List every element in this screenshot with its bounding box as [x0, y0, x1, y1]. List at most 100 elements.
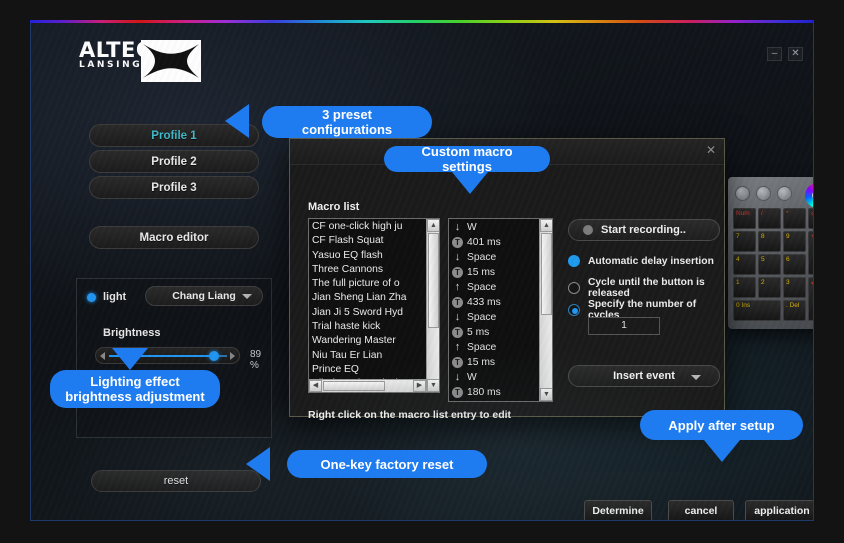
- scrollbar-thumb[interactable]: [541, 233, 552, 315]
- event-label: Space: [467, 282, 497, 293]
- macro-list-label: Macro list: [308, 201, 360, 213]
- light-toggle-row[interactable]: light: [87, 291, 126, 303]
- key[interactable]: . Del: [783, 300, 806, 321]
- determine-button[interactable]: Determine: [584, 500, 652, 520]
- scroll-up-icon[interactable]: ▲: [540, 219, 552, 232]
- key[interactable]: /: [758, 208, 781, 229]
- cycles-input[interactable]: 1: [588, 317, 660, 335]
- key[interactable]: *: [783, 208, 806, 229]
- macro-list-horizontal-scrollbar[interactable]: ◀ ▶: [309, 379, 426, 392]
- lighting-panel: light Chang Liang Brightness 89 %: [76, 278, 272, 438]
- list-item[interactable]: Jian Ji 5 Sword Hyd: [312, 306, 426, 320]
- insert-event-button[interactable]: Insert event: [568, 365, 720, 387]
- lighting-mode-value: Chang Liang: [172, 290, 236, 302]
- list-item[interactable]: Niu Tau Er Lian: [312, 349, 426, 363]
- reset-button[interactable]: reset: [91, 470, 261, 492]
- list-item[interactable]: T 15 ms: [452, 265, 539, 280]
- list-item[interactable]: ↓ Space: [452, 400, 539, 401]
- key[interactable]: 9: [783, 231, 806, 252]
- list-item[interactable]: The full picture of o: [312, 277, 426, 291]
- slider-increase-icon[interactable]: [230, 352, 235, 360]
- scroll-down-icon[interactable]: ▼: [427, 379, 439, 392]
- list-item[interactable]: ↓ W: [452, 370, 539, 385]
- key[interactable]: Num: [733, 208, 756, 229]
- macro-edit-hint: Right click on the macro list entry to e…: [308, 409, 512, 421]
- macro-settings-dialog: ✕ Macro list CF one-click high ju CF Fla…: [289, 138, 725, 421]
- macro-list-vertical-scrollbar[interactable]: ▲ ▼: [426, 219, 439, 392]
- list-item[interactable]: ↓ W: [452, 220, 539, 235]
- list-item[interactable]: CF one-click high ju: [312, 220, 426, 234]
- timer-icon: T: [452, 267, 463, 278]
- list-item[interactable]: T 401 ms: [452, 235, 539, 250]
- timer-icon: T: [452, 357, 463, 368]
- color-wheel-icon[interactable]: [805, 183, 813, 208]
- chevron-down-icon: [242, 294, 252, 299]
- key[interactable]: 2: [758, 277, 781, 298]
- lighting-mode-select[interactable]: Chang Liang: [145, 286, 263, 306]
- event-label: W: [467, 372, 477, 383]
- scroll-right-icon[interactable]: ▶: [413, 380, 426, 392]
- macro-editor-button[interactable]: Macro editor: [89, 226, 259, 249]
- list-item[interactable]: Prince EQ: [312, 363, 426, 377]
- event-label: W: [467, 222, 477, 233]
- scrollbar-thumb[interactable]: [428, 233, 439, 328]
- profile-button-2[interactable]: Profile 2: [89, 150, 259, 173]
- macro-list[interactable]: CF one-click high ju CF Flash Squat Yasu…: [308, 218, 440, 393]
- key[interactable]: 8: [758, 231, 781, 252]
- event-label: 401 ms: [467, 237, 501, 248]
- list-item[interactable]: Three Cannons: [312, 263, 426, 277]
- list-item[interactable]: ↓ Space: [452, 310, 539, 325]
- option-automatic-delay[interactable]: Automatic delay insertion: [568, 255, 714, 267]
- slider-decrease-icon[interactable]: [100, 352, 105, 360]
- key[interactable]: 5: [758, 254, 781, 275]
- key[interactable]: 6: [783, 254, 806, 275]
- list-item[interactable]: Wandering Master: [312, 334, 426, 348]
- cancel-button[interactable]: cancel: [668, 500, 734, 520]
- key[interactable]: +: [808, 231, 813, 275]
- list-item[interactable]: CF Flash Squat: [312, 234, 426, 248]
- scroll-down-icon[interactable]: ▼: [540, 388, 552, 401]
- list-item[interactable]: ↑ Space: [452, 340, 539, 355]
- key[interactable]: 0 Ins: [733, 300, 781, 321]
- event-label: 15 ms: [467, 267, 496, 278]
- event-list-vertical-scrollbar[interactable]: ▲ ▼: [539, 219, 552, 401]
- keyboard-preview[interactable]: Num / * ⌫ 7 8 9 + 4 5 6 1 2 3 ↵ 0 Ins . …: [728, 177, 813, 329]
- radio-icon[interactable]: [568, 282, 580, 294]
- scrollbar-thumb-horizontal[interactable]: [323, 381, 385, 391]
- keyboard-keypad: Num / * ⌫ 7 8 9 + 4 5 6 1 2 3 ↵ 0 Ins . …: [733, 208, 813, 321]
- start-recording-button[interactable]: Start recording..: [568, 219, 720, 241]
- callout-arrow-preset: [225, 104, 249, 138]
- list-item[interactable]: T 15 ms: [452, 355, 539, 370]
- radio-icon[interactable]: [568, 304, 580, 316]
- dialog-close-icon[interactable]: ✕: [706, 143, 716, 157]
- list-item[interactable]: ↓ Space: [452, 250, 539, 265]
- radio-icon[interactable]: [568, 255, 580, 267]
- key[interactable]: 4: [733, 254, 756, 275]
- scroll-up-icon[interactable]: ▲: [427, 219, 439, 232]
- chevron-down-icon: [691, 375, 701, 380]
- close-button[interactable]: ✕: [788, 47, 803, 61]
- list-item[interactable]: T 5 ms: [452, 325, 539, 340]
- list-item[interactable]: Yasuo EQ flash: [312, 249, 426, 263]
- list-item[interactable]: T 433 ms: [452, 295, 539, 310]
- key[interactable]: 7: [733, 231, 756, 252]
- scroll-left-icon[interactable]: ◀: [309, 380, 322, 392]
- profile-button-3[interactable]: Profile 3: [89, 176, 259, 199]
- option-cycle-until-released[interactable]: Cycle until the button is released: [568, 277, 724, 299]
- list-item[interactable]: Jian Sheng Lian Zha: [312, 291, 426, 305]
- application-button[interactable]: application: [745, 500, 813, 520]
- list-item[interactable]: Trial haste kick: [312, 320, 426, 334]
- key[interactable]: ⌫: [808, 208, 813, 229]
- key[interactable]: 3: [783, 277, 806, 298]
- event-label: 433 ms: [467, 297, 501, 308]
- slider-handle[interactable]: [209, 351, 220, 361]
- event-label: 5 ms: [467, 327, 490, 338]
- callout-custom-macro-settings: Custom macro settings: [384, 144, 550, 174]
- list-item[interactable]: T 180 ms: [452, 385, 539, 400]
- list-item[interactable]: ↑ Space: [452, 280, 539, 295]
- light-label: light: [103, 291, 127, 303]
- key[interactable]: ↵: [808, 277, 813, 321]
- key[interactable]: 1: [733, 277, 756, 298]
- event-list[interactable]: ↓ W T 401 ms ↓ Space T 15 ms ↑ Space T 433 ms …: [448, 218, 553, 402]
- minimize-button[interactable]: –: [767, 47, 782, 61]
